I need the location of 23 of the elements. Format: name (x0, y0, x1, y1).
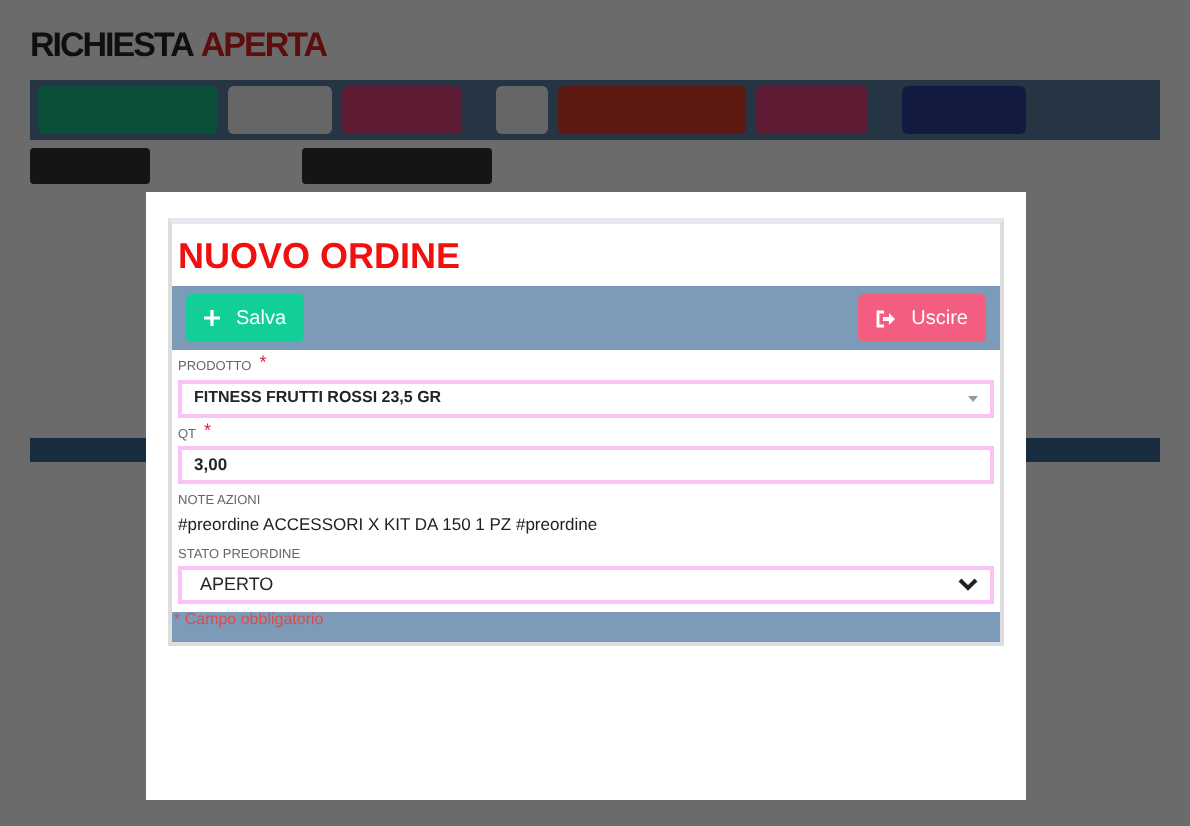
toolbar-button[interactable] (342, 85, 462, 133)
tab[interactable] (30, 147, 150, 183)
chevron-down-icon (958, 577, 978, 592)
note-text: #preordine ACCESSORI X KIT DA 150 1 PZ #preordine (178, 512, 600, 538)
caret-icon (968, 395, 978, 401)
required-asterisk: * (204, 417, 212, 443)
select-field[interactable]: APERTO (178, 565, 994, 604)
page-title: RICHIESTA (30, 24, 193, 68)
toolbar-button[interactable] (756, 85, 868, 133)
plus-icon (204, 310, 220, 326)
toolbar-button[interactable] (558, 85, 746, 133)
input-field[interactable]: 3,00 (178, 446, 994, 484)
select-field[interactable]: FITNESS FRUTTI ROSSI 23,5 GR (178, 379, 994, 417)
toolbar-button[interactable] (228, 85, 332, 133)
status-text: APERTA (200, 24, 326, 68)
toolbar-button[interactable] (496, 85, 548, 133)
exit-icon (875, 309, 896, 327)
modal-title: NUOVO ORDINE (176, 234, 463, 280)
required-note: * Campo obbligatorio (174, 609, 324, 628)
tab[interactable] (302, 147, 492, 183)
toolbar-button[interactable] (38, 85, 218, 133)
required-asterisk: * (259, 350, 267, 376)
toolbar-button[interactable] (902, 85, 1026, 133)
